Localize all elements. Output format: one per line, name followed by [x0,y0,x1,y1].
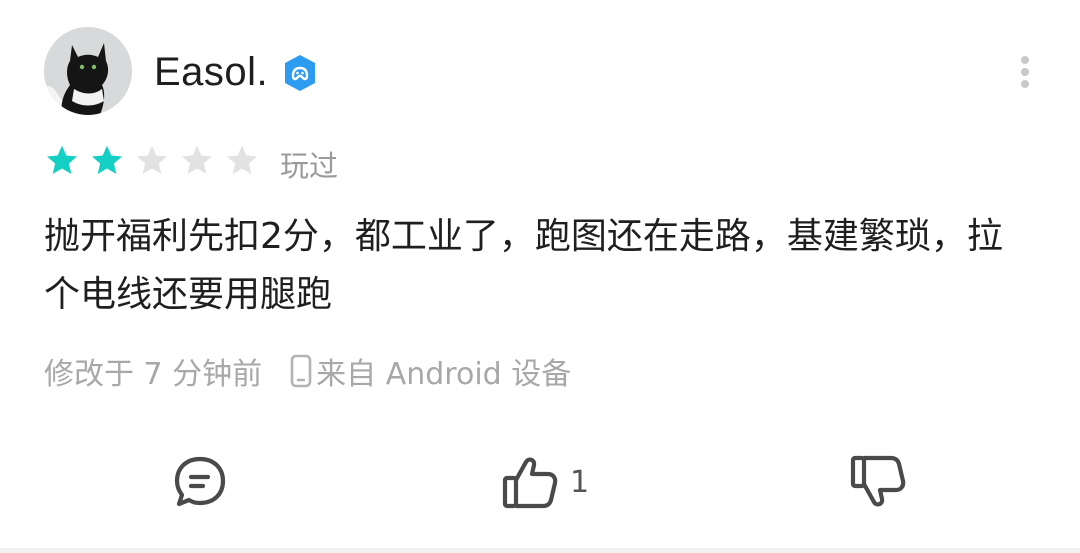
review-actions: 1 [0,452,1080,512]
star-filled-icon [92,145,122,175]
author-name[interactable]: Easol. [154,50,268,95]
avatar-cat-image [44,27,132,115]
review-text: 抛开福利先扣2分，都工业了，跑图还在走路，基建繁琐，拉个电线还要用腿跑 [44,216,1003,315]
thumbs-up-icon [502,457,558,509]
thumbs-down-icon [850,455,906,507]
star-empty-icon [227,145,257,175]
comment-button[interactable] [170,452,230,512]
more-options-button[interactable] [1010,52,1040,92]
gamepad-badge-icon [285,55,315,91]
more-vertical-icon [1021,56,1029,64]
star-filled-icon [47,145,77,175]
star-empty-icon [137,145,167,175]
dislike-button[interactable] [848,452,910,512]
divider [0,548,1080,553]
comment-icon [174,456,226,507]
edited-time: 修改于 7 分钟前 [44,357,263,392]
phone-icon [290,354,312,388]
star-empty-icon [182,145,212,175]
rating-stars [44,143,269,179]
avatar[interactable] [44,27,132,115]
play-status: 玩过 [280,149,339,183]
like-count: 1 [570,464,590,500]
like-button[interactable]: 1 [500,452,589,512]
device-source: 来自 Android 设备 [316,357,572,392]
review-meta: 修改于 7 分钟前 来自 Android 设备 [44,349,571,393]
